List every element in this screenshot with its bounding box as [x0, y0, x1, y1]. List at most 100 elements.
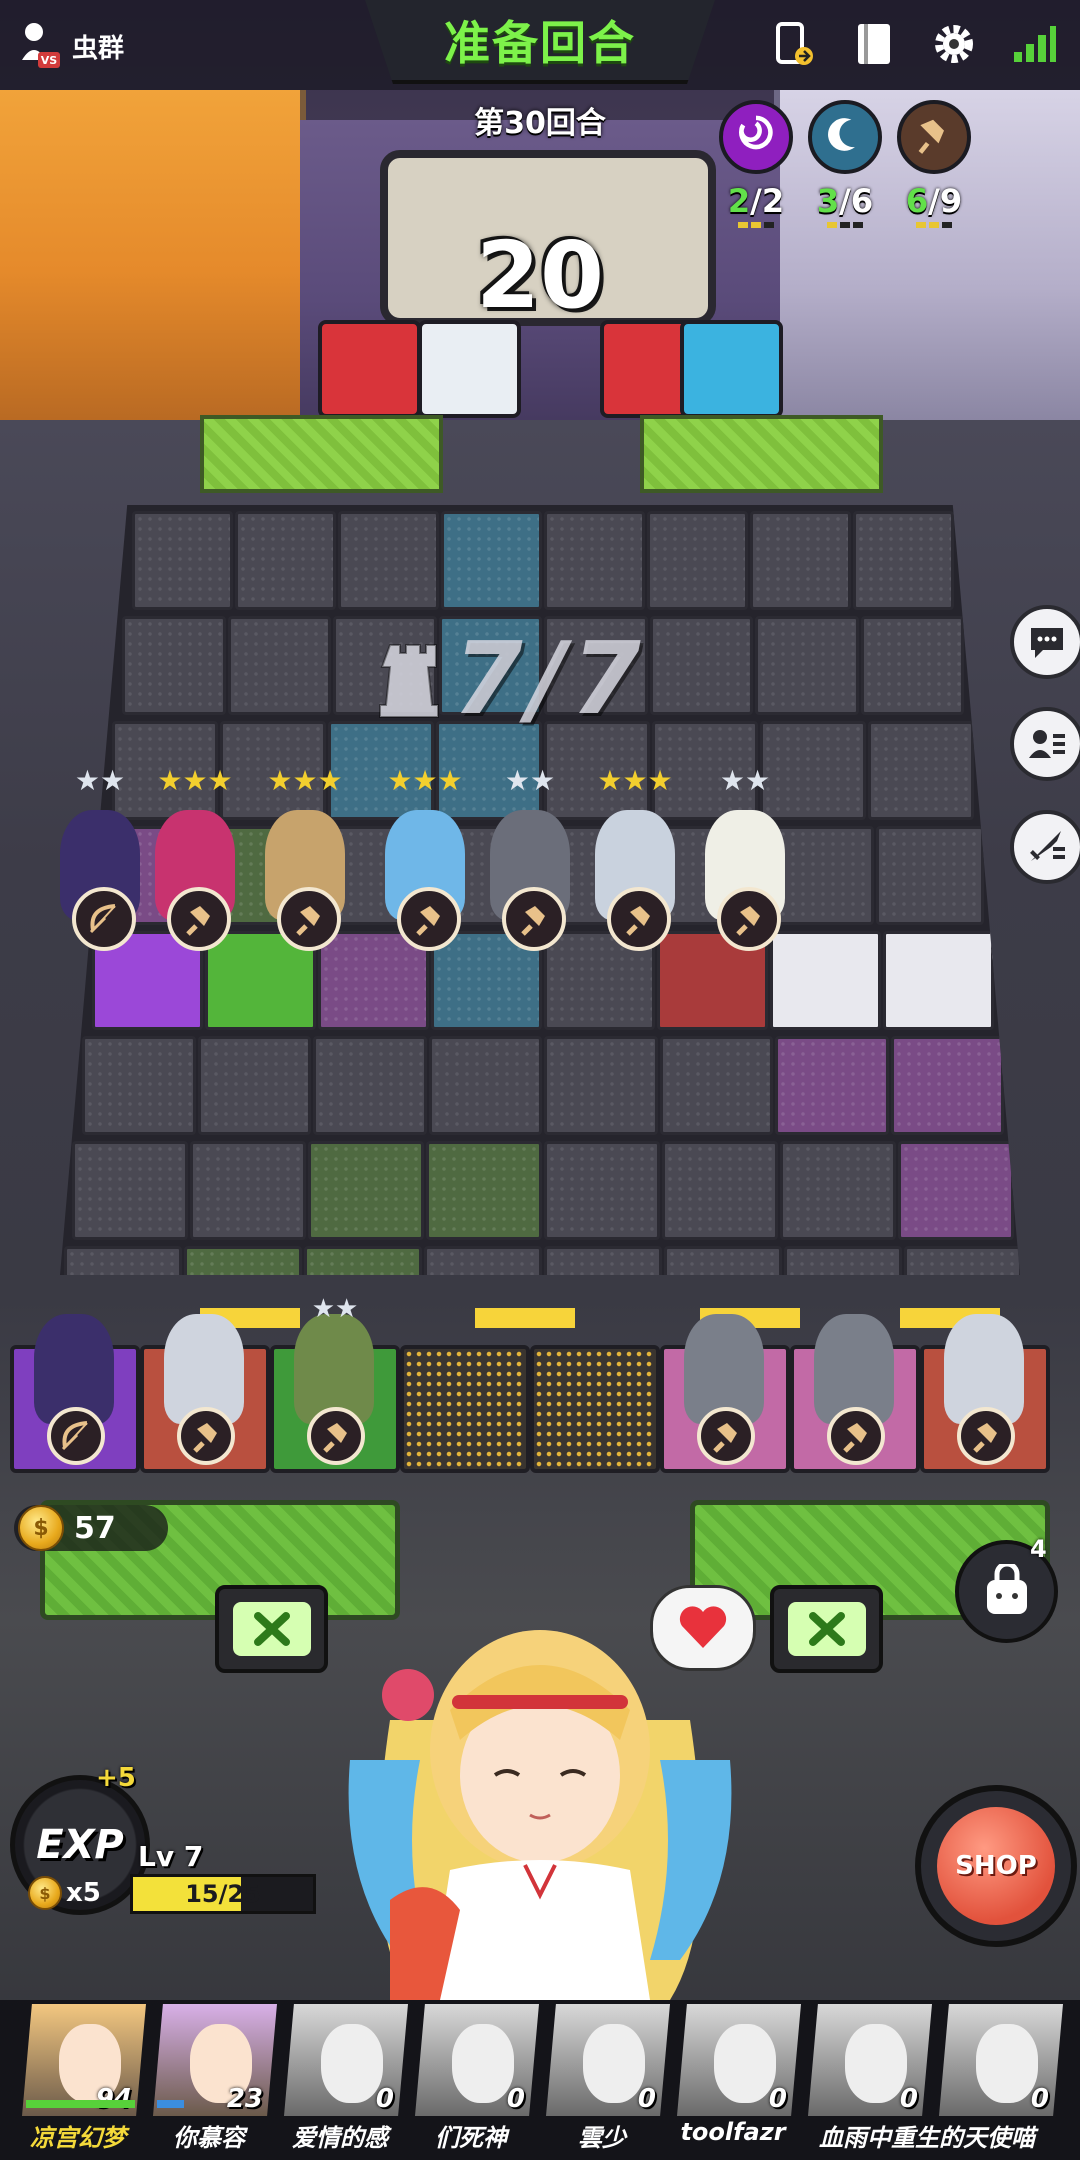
bench-archer[interactable] [10, 1314, 140, 1473]
board-tile[interactable] [875, 826, 984, 925]
board-tile[interactable] [441, 511, 542, 610]
player-name: 你慕容 [173, 2124, 245, 2152]
mech-unit[interactable]: ★★ [475, 767, 585, 951]
board-tile[interactable] [122, 616, 226, 715]
board-tile[interactable] [890, 1036, 1004, 1135]
bench-empty-1[interactable] [400, 1345, 530, 1473]
board-tile[interactable] [647, 511, 748, 610]
bench-marker [475, 1308, 575, 1328]
remove-button-right[interactable] [770, 1585, 883, 1673]
unit-trait-badge [502, 887, 566, 951]
board-tile[interactable] [82, 1036, 196, 1135]
board-tile[interactable] [860, 616, 964, 715]
bench-gunner-2[interactable] [920, 1314, 1050, 1473]
player-portrait[interactable]: 0 [284, 2004, 408, 2116]
bench-mech-1[interactable] [660, 1314, 790, 1473]
board-tile[interactable] [313, 1036, 427, 1135]
unit-stars: ★★★ [157, 764, 233, 797]
board-tile[interactable] [544, 1246, 662, 1275]
unit-stars: ★★ [311, 1294, 359, 1324]
board-tile[interactable] [428, 1036, 542, 1135]
player-face [976, 2024, 1039, 2103]
board-tile[interactable] [750, 511, 851, 610]
player-hp-bar [157, 2100, 184, 2108]
unit-stars: ★★ [504, 764, 556, 797]
player-face [321, 2024, 384, 2103]
board-tile[interactable] [780, 1141, 896, 1240]
bench-elder[interactable]: ★★ [270, 1294, 400, 1473]
board-tile[interactable] [898, 1141, 1014, 1240]
bench-empty-2[interactable] [530, 1345, 660, 1473]
chat-button[interactable] [1010, 605, 1080, 679]
gold-display: $ 57 [14, 1505, 168, 1551]
hammer-icon [713, 1423, 737, 1453]
archer-unit[interactable]: ★★ [45, 767, 155, 951]
board-tile[interactable] [132, 511, 233, 610]
board-tile[interactable] [426, 1141, 542, 1240]
exp-cost-value: x5 [66, 1878, 101, 1908]
board-tile[interactable] [775, 1036, 889, 1135]
unit-cap-counter: 7/7 [453, 620, 647, 737]
board-tile[interactable] [544, 1036, 658, 1135]
coin-icon: $ [18, 1505, 64, 1551]
opponent-name: 虫群 [72, 33, 125, 64]
card-book-icon[interactable] [848, 18, 900, 70]
gold-amount: 57 [74, 1510, 116, 1546]
board-tile[interactable] [544, 1141, 660, 1240]
board-tile[interactable] [755, 616, 859, 715]
silver-unit[interactable]: ★★★ [580, 767, 690, 951]
arcade-machine [418, 320, 521, 418]
unit-trait-badge [167, 887, 231, 951]
board-tile[interactable] [424, 1246, 542, 1275]
hammer-icon [416, 906, 440, 936]
board-tile[interactable] [197, 1036, 311, 1135]
moon-trait[interactable]: 3/6 [805, 100, 885, 228]
swap-device-icon[interactable] [768, 18, 820, 70]
shop-button[interactable]: SHOP [915, 1785, 1077, 1947]
player-portrait[interactable]: 0 [546, 2004, 670, 2116]
opponent-tag[interactable]: VS 虫群 [18, 20, 124, 72]
board-tile[interactable] [659, 1036, 773, 1135]
hammer-icon [296, 906, 320, 936]
blue-lance-unit[interactable]: ★★★ [370, 767, 480, 951]
board-tile[interactable] [235, 511, 336, 610]
board-tile[interactable] [190, 1141, 306, 1240]
vortex-trait[interactable]: 2/2 [716, 100, 796, 228]
board-tile[interactable] [338, 511, 439, 610]
player-face [452, 2024, 515, 2103]
close-icon [808, 1612, 845, 1646]
unit-trait-badge [607, 887, 671, 951]
unit-stars: ★★★ [387, 764, 463, 797]
sword-icon [1030, 831, 1065, 861]
player-portrait[interactable]: 0 [939, 2004, 1063, 2116]
player-hp: 0 [506, 2084, 525, 2114]
unit-stars: ★★ [719, 764, 771, 797]
battle-log-button[interactable] [1010, 810, 1080, 884]
hammer-trait[interactable]: 6/9 [894, 100, 974, 228]
bench-mech-2[interactable] [790, 1314, 920, 1473]
brawler-unit[interactable]: ★★★ [140, 767, 250, 951]
board-tile[interactable] [853, 511, 954, 610]
player-portrait[interactable]: 0 [415, 2004, 539, 2116]
bow-icon [89, 904, 116, 934]
board-tile[interactable] [868, 721, 974, 820]
gear-icon[interactable] [928, 18, 980, 70]
bench-gunner[interactable] [140, 1314, 270, 1473]
board-tile[interactable] [308, 1141, 424, 1240]
player-face [714, 2024, 777, 2103]
board-tile[interactable] [662, 1141, 778, 1240]
board-tile[interactable] [544, 511, 645, 610]
blonde-unit[interactable]: ★★★ [250, 767, 360, 951]
white-dress-unit[interactable]: ★★ [690, 767, 800, 951]
remove-button-left[interactable] [215, 1585, 328, 1673]
player-name: 们死神 [435, 2124, 507, 2152]
board-tile[interactable] [883, 931, 994, 1030]
player-portrait[interactable]: 0 [808, 2004, 932, 2116]
board-tile[interactable] [72, 1141, 188, 1240]
player-list-button[interactable] [1010, 707, 1080, 781]
player-portrait[interactable]: 0 [677, 2004, 801, 2116]
board-tile[interactable] [227, 616, 331, 715]
board-tile[interactable] [770, 931, 881, 1030]
emote-bubble[interactable] [650, 1585, 756, 1671]
arcade-machine [318, 320, 421, 418]
